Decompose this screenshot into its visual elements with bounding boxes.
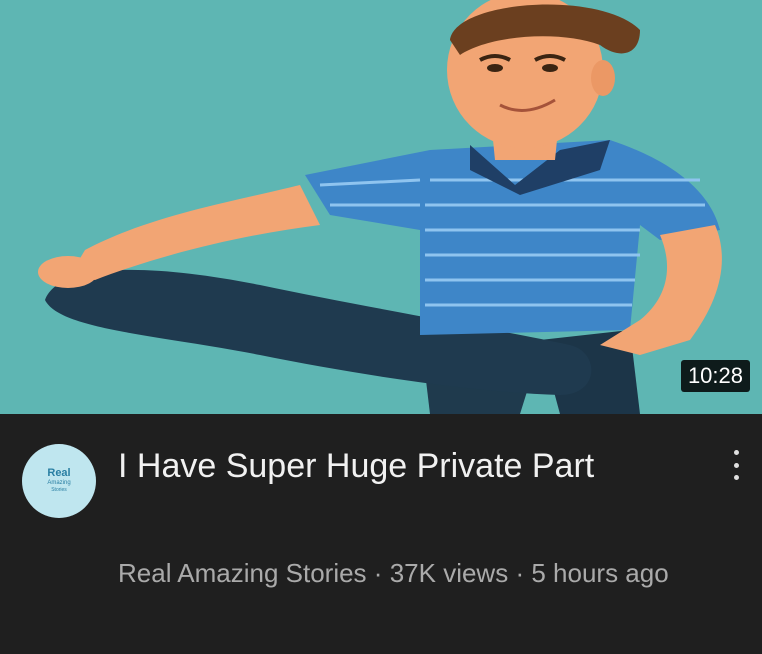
meta-separator: · bbox=[515, 558, 525, 588]
video-thumbnail[interactable]: 10:28 bbox=[0, 0, 762, 414]
video-card[interactable]: 10:28 Real Amazing Stories I Have Super … bbox=[0, 0, 762, 654]
vertical-ellipsis-icon[interactable] bbox=[728, 450, 744, 480]
avatar-text-line3: Stories bbox=[51, 487, 67, 493]
avatar-text-line1: Real bbox=[47, 467, 71, 479]
video-subtitle: Real Amazing Stories · 37K views · 5 hou… bbox=[118, 556, 678, 590]
more-dot bbox=[733, 475, 739, 480]
thumbnail-illustration bbox=[0, 0, 762, 414]
view-count: 37K views bbox=[389, 558, 509, 588]
avatar-text-line2: Amazing bbox=[47, 480, 71, 486]
duration-badge: 10:28 bbox=[680, 360, 750, 392]
video-title[interactable]: I Have Super Huge Private Part bbox=[118, 444, 678, 488]
meta-separator: · bbox=[373, 558, 383, 588]
upload-age: 5 hours ago bbox=[531, 558, 669, 588]
more-dot bbox=[733, 462, 739, 468]
more-dot bbox=[733, 450, 739, 455]
video-metadata: Real Amazing Stories I Have Super Huge P… bbox=[0, 414, 762, 654]
channel-avatar[interactable]: Real Amazing Stories bbox=[22, 444, 96, 518]
channel-name[interactable]: Real Amazing Stories bbox=[118, 558, 367, 588]
